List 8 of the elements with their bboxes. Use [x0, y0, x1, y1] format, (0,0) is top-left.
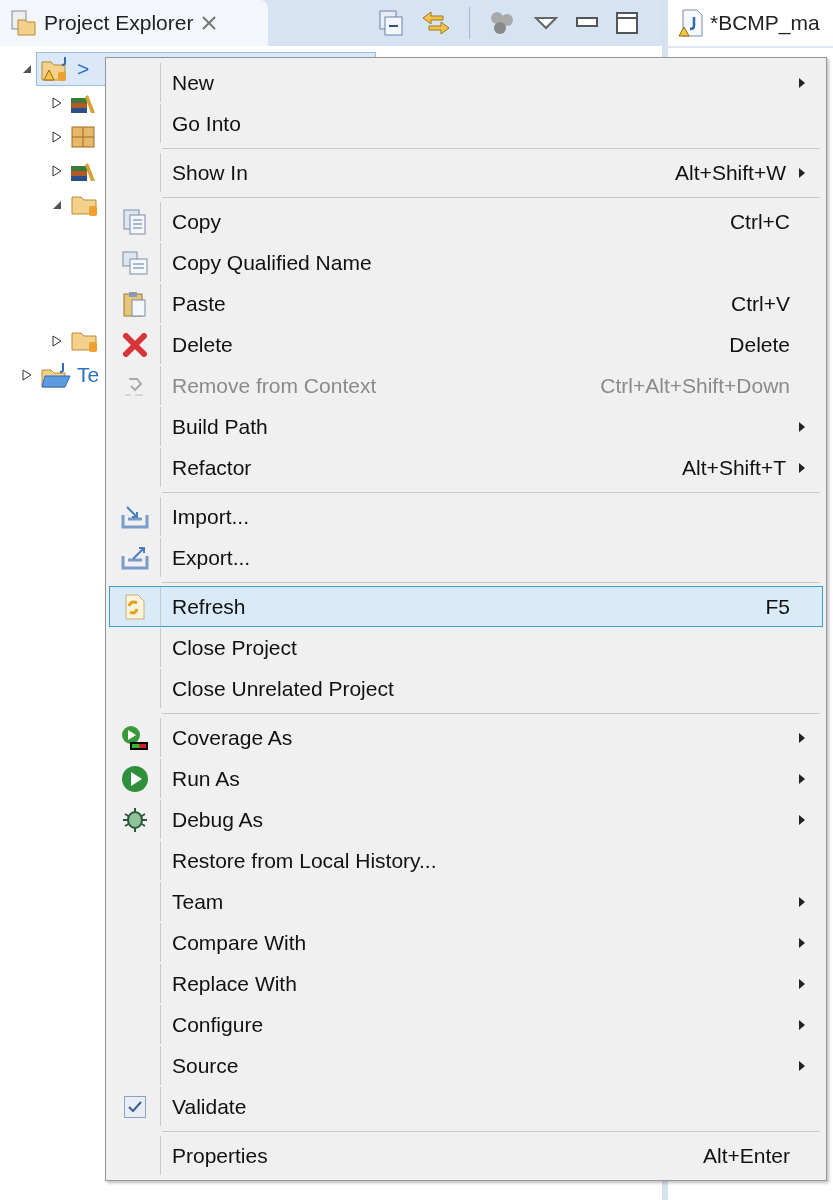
shortcut-text: Alt+Enter	[703, 1143, 790, 1168]
shortcut-text: Ctrl+Alt+Shift+Down	[600, 373, 790, 398]
shortcut-text: F5	[765, 594, 790, 619]
shortcut-text: Ctrl+C	[729, 209, 790, 234]
shortcut-text: Alt+Shift+T	[682, 455, 786, 480]
shortcut-text: Alt+Shift+W	[675, 160, 786, 185]
shortcut-text: Delete	[729, 332, 790, 357]
shortcut-text: Ctrl+V	[731, 291, 790, 316]
